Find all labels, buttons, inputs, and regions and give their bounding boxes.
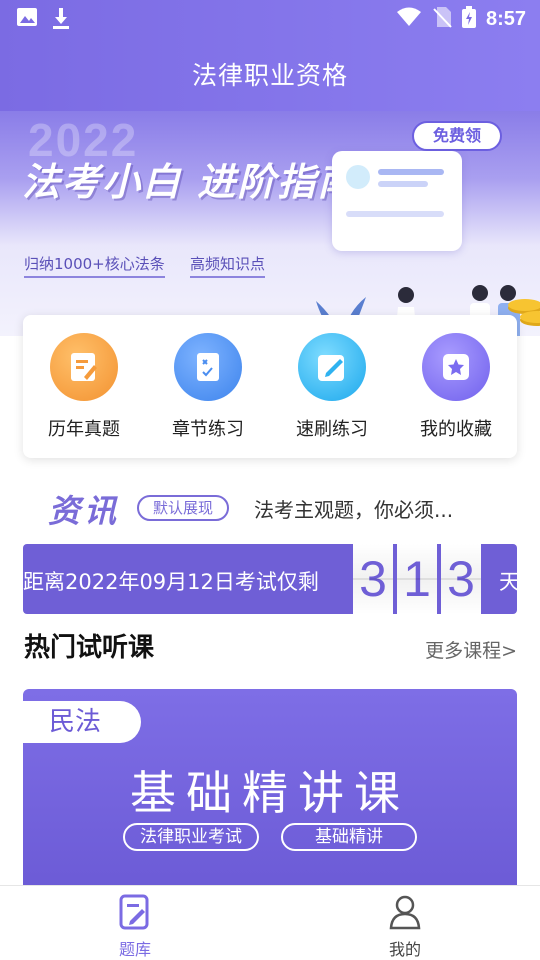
quick-action-speed-practice[interactable]: 速刷练习 [277, 333, 387, 441]
nav-item-label: 题库 [118, 940, 151, 959]
course-chip: 法律职业考试 [123, 823, 259, 851]
status-time: 8:57 [485, 7, 526, 30]
quick-action-label: 速刷练习 [296, 419, 368, 440]
coin-decoration [508, 299, 540, 311]
news-headline[interactable]: 法考主观题，你必须... [254, 494, 453, 523]
banner-tag: 高频知识点 [190, 253, 266, 278]
quick-action-label: 章节练习 [172, 419, 244, 440]
quick-action-label: 我的收藏 [420, 419, 492, 440]
quick-actions-card: 历年真题 章节练习 速刷练习 我的收藏 [23, 315, 517, 458]
banner-headline: 法考小白 进阶指南 [22, 160, 358, 204]
quick-action-chapter-practice[interactable]: 章节练习 [153, 333, 263, 441]
star-folder-icon [422, 333, 490, 401]
image-icon [16, 6, 38, 34]
whiteboard-illustration [332, 151, 462, 251]
countdown-digit: 3 [353, 544, 393, 614]
news-badge: 默认展现 [137, 495, 230, 521]
course-chip: 基础精讲 [281, 823, 417, 851]
page-title: 法律职业资格 [191, 61, 348, 90]
course-subject-tag: 民法 [23, 701, 141, 743]
status-bar: 8:57 [0, 0, 540, 38]
more-courses-link[interactable]: 更多课程> [425, 636, 517, 663]
nav-item-profile[interactable]: 我的 [365, 894, 445, 960]
quick-action-label: 历年真题 [48, 419, 120, 440]
no-sim-icon [432, 6, 452, 32]
checklist-icon [174, 333, 242, 401]
app-header: 8:57 法律职业资格 [0, 0, 540, 112]
nav-item-question-bank[interactable]: 题库 [95, 894, 175, 960]
question-bank-icon [119, 894, 149, 930]
course-card[interactable]: 民法 基础精讲课 法律职业考试 基础精讲 [23, 689, 517, 889]
battery-icon [461, 6, 476, 32]
free-claim-button[interactable]: 免费领 [412, 121, 502, 151]
download-icon [50, 6, 72, 34]
bottom-nav: 题库 我的 [0, 885, 540, 960]
quick-action-favorites[interactable]: 我的收藏 [401, 333, 511, 441]
document-edit-icon [50, 333, 118, 401]
countdown-digit: 1 [397, 544, 437, 614]
countdown-digit: 3 [441, 544, 481, 614]
promo-banner[interactable]: 2022 法考小白 进阶指南 归纳1000+核心法条 高频知识点 免费领 [0, 111, 540, 336]
section-title: 热门试听课 [24, 633, 155, 663]
quick-action-past-exams[interactable]: 历年真题 [29, 333, 139, 441]
news-ticker[interactable]: 资讯 默认展现 法考主观题，你必须... [0, 484, 540, 534]
news-logo: 资讯 [48, 492, 121, 530]
countdown-text: 距离2022年09月12日考试仅剩 [23, 570, 319, 594]
course-title: 基础精讲课 [130, 766, 410, 820]
pencil-icon [298, 333, 366, 401]
exam-countdown: 距离2022年09月12日考试仅剩 3 1 3 天 [23, 544, 517, 614]
wifi-icon [396, 7, 422, 31]
user-icon [389, 895, 421, 930]
nav-item-label: 我的 [388, 940, 421, 959]
banner-tag: 归纳1000+核心法条 [24, 253, 165, 278]
countdown-unit: 天 [499, 570, 517, 594]
